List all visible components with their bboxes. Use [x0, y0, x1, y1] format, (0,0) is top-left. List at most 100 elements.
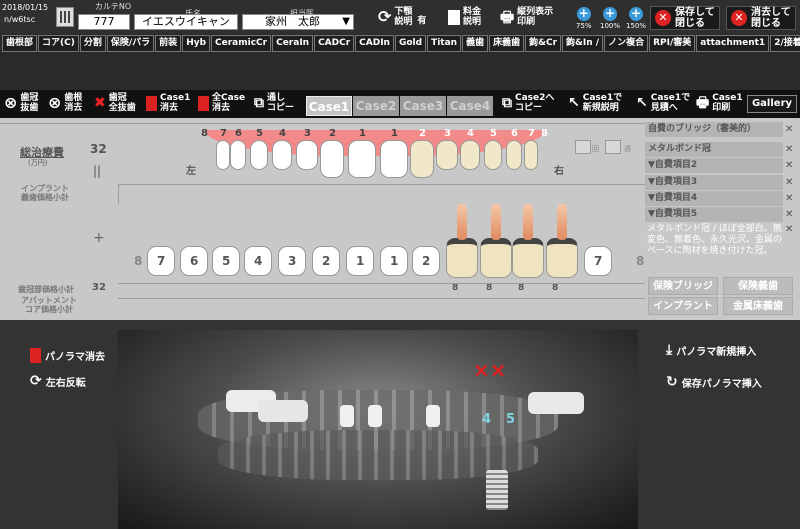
tab-material-16[interactable]: ノン複合 [604, 35, 649, 52]
crown-extract-button[interactable]: ⊗ 歯冠 抜歯 [4, 93, 38, 113]
panorama-save-insert-button[interactable]: ↻ 保存パノラマ挿入 [666, 374, 762, 390]
tab-material-8[interactable]: CADCr [314, 35, 355, 52]
ryo-box[interactable] [605, 140, 621, 154]
close-icon: ✕ [731, 10, 747, 26]
self-pay-item[interactable]: ▼自費項目3 [645, 175, 783, 190]
fee-explain-button[interactable]: 料金 説明 [448, 7, 481, 27]
tab-material-2[interactable]: 分割 [79, 35, 106, 52]
upper-tooth[interactable] [216, 140, 230, 170]
zoom-100-button[interactable]: + 100% [600, 7, 620, 31]
self-pay-item[interactable]: ▼自費項目4 [645, 191, 783, 206]
tab-material-13[interactable]: 床義歯 [489, 35, 525, 52]
close-icon[interactable]: ✕ [785, 160, 793, 171]
zoom-75-button[interactable]: + 75% [576, 7, 592, 31]
zoom-150-button[interactable]: + 150% [626, 6, 646, 31]
lower-crown-tooth[interactable] [480, 238, 512, 278]
vertical-print-button[interactable]: 🖶 縦列表示 印刷 [500, 7, 553, 27]
equals-mark: || [93, 164, 102, 178]
tab-material-12[interactable]: 義歯 [462, 35, 489, 52]
upper-tooth[interactable] [460, 140, 480, 170]
tab-case1[interactable]: Case1 [306, 96, 352, 116]
upper-tooth[interactable] [272, 140, 292, 170]
close-icon[interactable]: ✕ [785, 209, 793, 220]
tab-material-10[interactable]: Gold [394, 35, 427, 52]
plus-mark: + [93, 230, 105, 246]
case1-print-button[interactable]: 🖶 Case1 印刷 [696, 93, 743, 113]
tab-material-6[interactable]: CeramicCr [211, 35, 272, 52]
upper-tooth[interactable] [436, 140, 458, 170]
case1-delete-button[interactable]: Case1 消去 [146, 93, 190, 113]
implant-button[interactable]: インプラント [648, 297, 718, 315]
upper-tooth[interactable] [348, 140, 376, 178]
tab-material-5[interactable]: Hyb [182, 35, 211, 52]
lower-tooth-number: 4 [254, 254, 263, 268]
document-icon [448, 9, 460, 25]
tab-material-9[interactable]: CADIn [355, 35, 394, 52]
lower-crown-tooth[interactable] [546, 238, 578, 278]
self-pay-item[interactable]: 自費のブリッジ（審美的） [645, 122, 783, 137]
panorama-delete-button[interactable]: パノラマ消去 [30, 348, 105, 363]
tab-material-1[interactable]: コア(C) [38, 35, 79, 52]
doctor-select[interactable]: 家州 太郎 ▼ [242, 14, 354, 30]
lower-tooth-number: 8 [636, 254, 645, 268]
close-icon[interactable]: ✕ [785, 193, 793, 204]
hoken-gishi-button[interactable]: 保険義歯 [723, 277, 793, 295]
tab-material-18[interactable]: attachment1 [696, 35, 770, 52]
close-icon: ✕ [655, 10, 671, 26]
tab-material-3[interactable]: 保険/パラ [106, 35, 155, 52]
self-pay-item[interactable]: メタルボンド冠 [645, 142, 783, 157]
upper-tooth[interactable] [296, 140, 318, 170]
upper-tooth[interactable] [524, 140, 538, 170]
close-icon[interactable]: ✕ [785, 124, 793, 135]
lower-crown-tooth[interactable] [446, 238, 478, 278]
kai-box[interactable] [575, 140, 591, 154]
close-icon[interactable]: ✕ [785, 144, 793, 155]
gallery-button[interactable]: Gallery [747, 95, 797, 113]
upper-tooth[interactable] [484, 140, 502, 170]
trash-icon [30, 348, 41, 363]
case2-copy-button[interactable]: ⧉ Case2へ コピー [502, 93, 554, 113]
top-bar: 2018/01/15 n/w6tsc カルテNO 777 氏名 イエスウイキャン… [0, 0, 800, 34]
total-value: 32 [90, 142, 107, 156]
case1-estimate-button[interactable]: ↖ Case1で 見積へ [636, 93, 690, 113]
tab-case2[interactable]: Case2 [353, 96, 399, 116]
tab-material-19[interactable]: 2/接着 [770, 35, 800, 52]
tab-case4[interactable]: Case4 [447, 96, 493, 116]
tab-material-0[interactable]: 歯根部 [2, 35, 38, 52]
upper-tooth[interactable] [410, 140, 434, 178]
tab-material-14[interactable]: 鉤&Cr [525, 35, 562, 52]
tab-material-7[interactable]: CeraIn [272, 35, 314, 52]
hoken-bridge-button[interactable]: 保険ブリッジ [648, 277, 718, 295]
save-close-button[interactable]: ✕ 保存して 閉じる [650, 6, 720, 30]
lower-crown-tooth[interactable] [512, 238, 544, 278]
self-pay-item[interactable]: ▼自費項目2 [645, 158, 783, 173]
crown-all-extract-button[interactable]: ✖ 歯冠 全抜歯 [94, 93, 136, 113]
tab-material-4[interactable]: 前装 [155, 35, 182, 52]
close-icon[interactable]: ✕ [785, 224, 793, 235]
upper-tooth[interactable] [230, 140, 246, 170]
name-input[interactable]: イエスウイキャン [134, 14, 238, 30]
close-icon[interactable]: ✕ [785, 177, 793, 188]
upper-tooth[interactable] [380, 140, 408, 178]
self-pay-item[interactable]: ▼自費項目5 [645, 207, 783, 222]
calendar-icon[interactable] [56, 7, 74, 27]
panorama-new-insert-button[interactable]: ⤓ パノラマ新規挿入 [666, 342, 756, 358]
flip-lr-button[interactable]: ⟳ 左右反転 [30, 373, 86, 389]
upper-tooth[interactable] [506, 140, 522, 170]
tab-material-15[interactable]: 鉤&In / [562, 35, 604, 52]
upper-tooth[interactable] [250, 140, 268, 170]
kinzoku-gishi-button[interactable]: 金属床義歯 [723, 297, 793, 315]
shitaga-button[interactable]: ⟳ 下顎 説明 有 [378, 7, 426, 27]
root-delete-button[interactable]: ⊗ 歯根 消去 [48, 93, 82, 113]
tab-material-11[interactable]: Titan [427, 35, 462, 52]
copy-all-button[interactable]: ⧉ 通し コピー [254, 93, 294, 113]
case1-new-explain-button[interactable]: ↖ Case1で 新規説明 [568, 93, 622, 113]
karte-input[interactable]: 777 [78, 14, 130, 30]
lower-tooth-number: 8 [134, 254, 143, 268]
delete-close-button[interactable]: ✕ 消去して 閉じる [726, 6, 796, 30]
tab-case3[interactable]: Case3 [400, 96, 446, 116]
all-case-delete-button[interactable]: 全Case 消去 [198, 93, 245, 113]
upper-tooth[interactable] [320, 140, 344, 178]
plus-icon: + [629, 6, 643, 21]
tab-material-17[interactable]: RPI/審美 [649, 35, 696, 52]
